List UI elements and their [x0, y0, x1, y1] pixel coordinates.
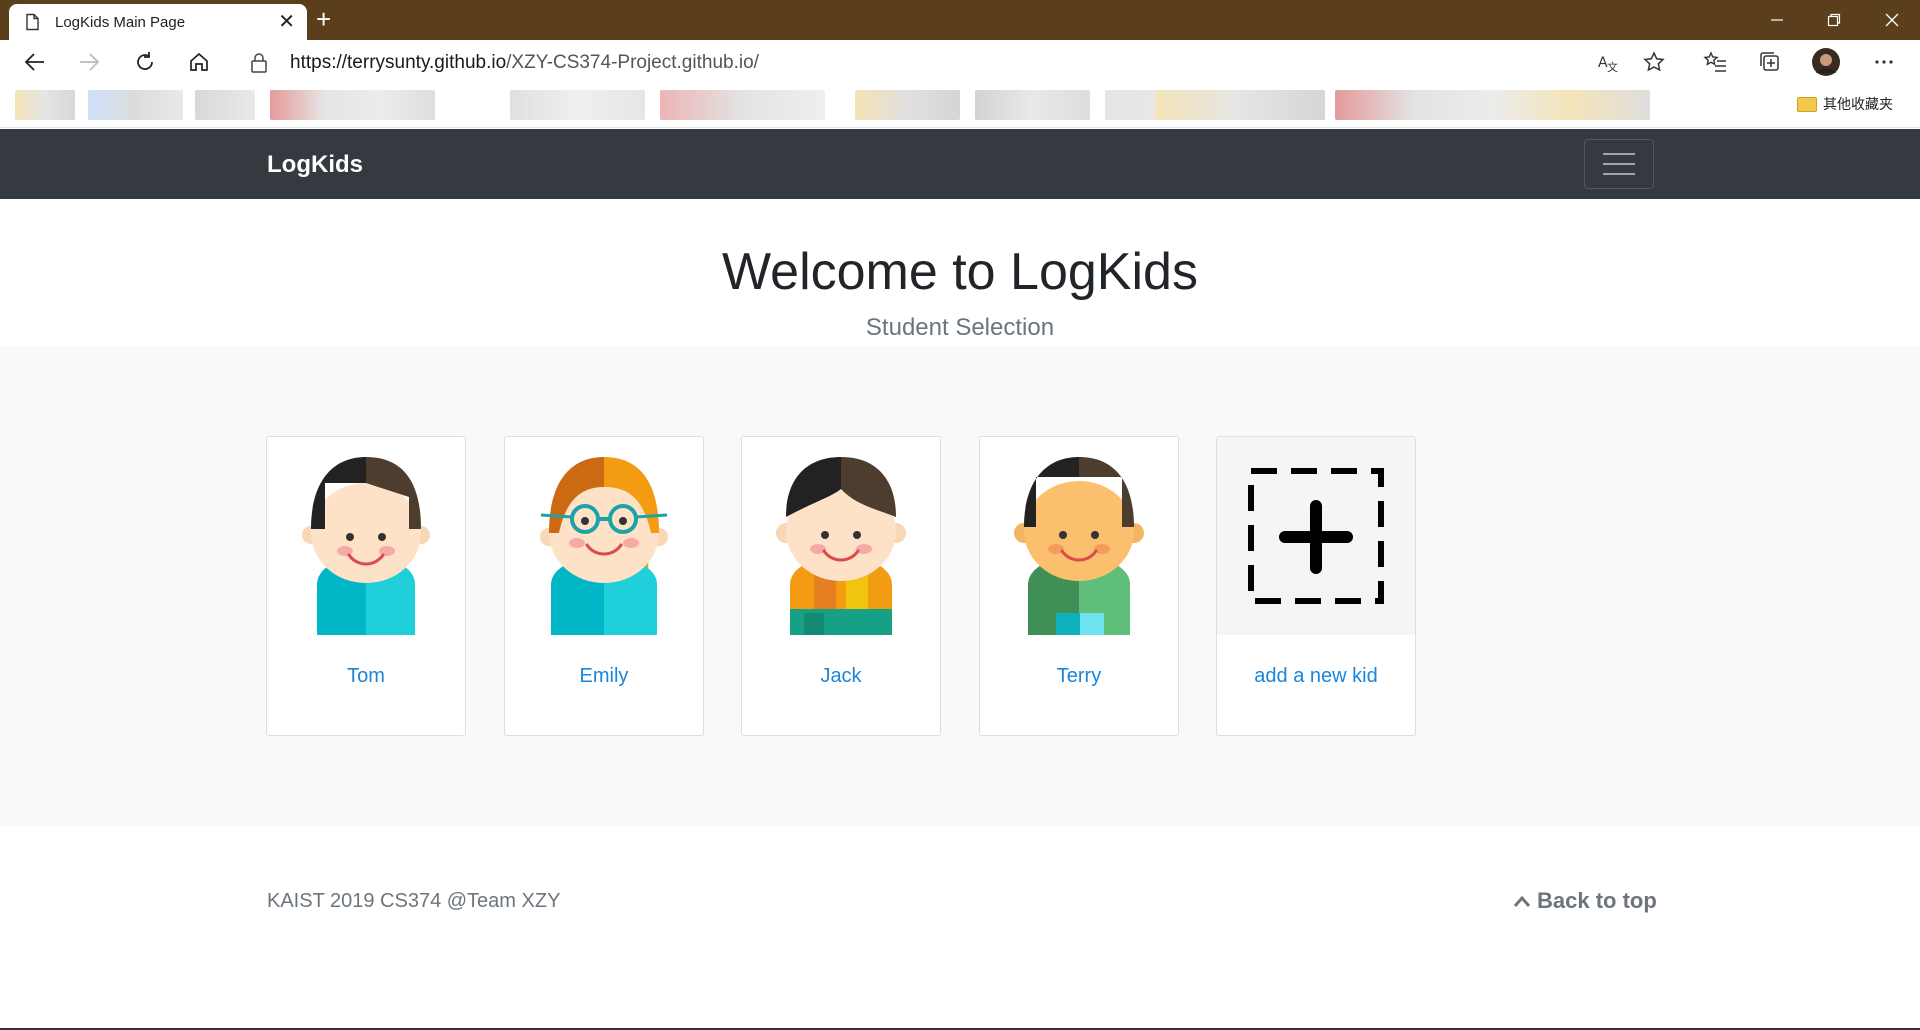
bookmarks-bar: 其他收藏夹: [0, 84, 1920, 128]
browser-tab[interactable]: LogKids Main Page ✕: [9, 4, 307, 40]
hamburger-icon: [1603, 153, 1635, 155]
favorites-icon[interactable]: [1697, 46, 1733, 78]
page-icon: [26, 13, 39, 31]
plus-icon[interactable]: +: [316, 6, 331, 32]
more-icon[interactable]: [1866, 46, 1902, 78]
add-kid-icon: [1217, 437, 1415, 635]
close-window-icon[interactable]: [1864, 0, 1920, 40]
home-icon[interactable]: [181, 46, 217, 78]
url-text: https://terrysunty.github.io/XZY-CS374-P…: [290, 52, 759, 74]
kid-avatar-tom: [267, 437, 465, 635]
kid-avatar-terry: [980, 437, 1178, 635]
back-icon[interactable]: [17, 46, 53, 78]
restore-icon[interactable]: [1806, 0, 1862, 40]
address-bar[interactable]: https://terrysunty.github.io/XZY-CS374-P…: [236, 44, 1680, 80]
student-album: Tom Emily Jack Terry add a new kid: [0, 346, 1920, 825]
menu-toggle-button[interactable]: [1584, 139, 1654, 189]
avatar[interactable]: [1808, 46, 1844, 78]
bookmark-item[interactable]: [975, 90, 1090, 120]
kid-name[interactable]: Terry: [980, 665, 1178, 688]
minimize-icon[interactable]: [1749, 0, 1805, 40]
kid-avatar-emily: [505, 437, 703, 635]
star-icon[interactable]: [1636, 46, 1672, 78]
kid-name[interactable]: Tom: [267, 665, 465, 688]
kid-name[interactable]: Emily: [505, 665, 703, 688]
kid-avatar-jack: [742, 437, 940, 635]
kid-card-jack[interactable]: Jack: [741, 436, 941, 736]
hero-section: Welcome to LogKids Student Selection: [0, 199, 1920, 346]
kid-name[interactable]: Jack: [742, 665, 940, 688]
site-navbar: LogKids: [0, 129, 1920, 199]
close-icon[interactable]: ✕: [278, 12, 295, 32]
refresh-icon[interactable]: [127, 46, 163, 78]
collections-icon[interactable]: [1752, 46, 1788, 78]
back-to-top-link[interactable]: Back to top: [1513, 888, 1657, 914]
back-to-top-label: Back to top: [1537, 888, 1657, 913]
site-footer: KAIST 2019 CS374 @Team XZY Back to top: [0, 825, 1920, 1030]
bookmark-item[interactable]: [270, 90, 435, 120]
translate-icon[interactable]: A文: [1590, 46, 1626, 78]
bookmark-item[interactable]: [1155, 90, 1325, 120]
page-subtitle: Student Selection: [865, 314, 1055, 341]
chevron-up-icon: [1513, 895, 1531, 907]
lock-icon: [251, 53, 267, 73]
folder-icon: [1797, 96, 1817, 112]
forward-icon[interactable]: [71, 46, 107, 78]
bookmark-item[interactable]: [15, 90, 75, 120]
svg-text:文: 文: [1607, 60, 1618, 73]
copyright-text: KAIST 2019 CS374 @Team XZY: [267, 890, 561, 912]
brand-logo[interactable]: LogKids: [267, 151, 363, 179]
page-title: Welcome to LogKids: [722, 243, 1198, 301]
bookmark-item[interactable]: [88, 90, 183, 120]
url-host: https://terrysunty.github.io: [290, 52, 507, 73]
bookmark-item[interactable]: [855, 90, 960, 120]
browser-titlebar: LogKids Main Page ✕ +: [0, 0, 1920, 40]
browser-toolbar: https://terrysunty.github.io/XZY-CS374-P…: [0, 40, 1920, 84]
bookmark-item[interactable]: [660, 90, 825, 120]
kid-card-terry[interactable]: Terry: [979, 436, 1179, 736]
add-kid-card[interactable]: add a new kid: [1216, 436, 1416, 736]
bookmark-item[interactable]: [510, 90, 645, 120]
other-favorites-label: 其他收藏夹: [1823, 96, 1893, 112]
add-kid-link[interactable]: add a new kid: [1217, 665, 1415, 688]
url-path: /XZY-CS374-Project.github.io/: [506, 52, 759, 73]
bookmark-item[interactable]: [195, 90, 255, 120]
other-favorites[interactable]: 其他收藏夹: [1797, 94, 1893, 114]
kid-card-emily[interactable]: Emily: [504, 436, 704, 736]
bookmark-item[interactable]: [1335, 90, 1650, 120]
tab-title: LogKids Main Page: [55, 13, 186, 31]
kid-card-tom[interactable]: Tom: [266, 436, 466, 736]
